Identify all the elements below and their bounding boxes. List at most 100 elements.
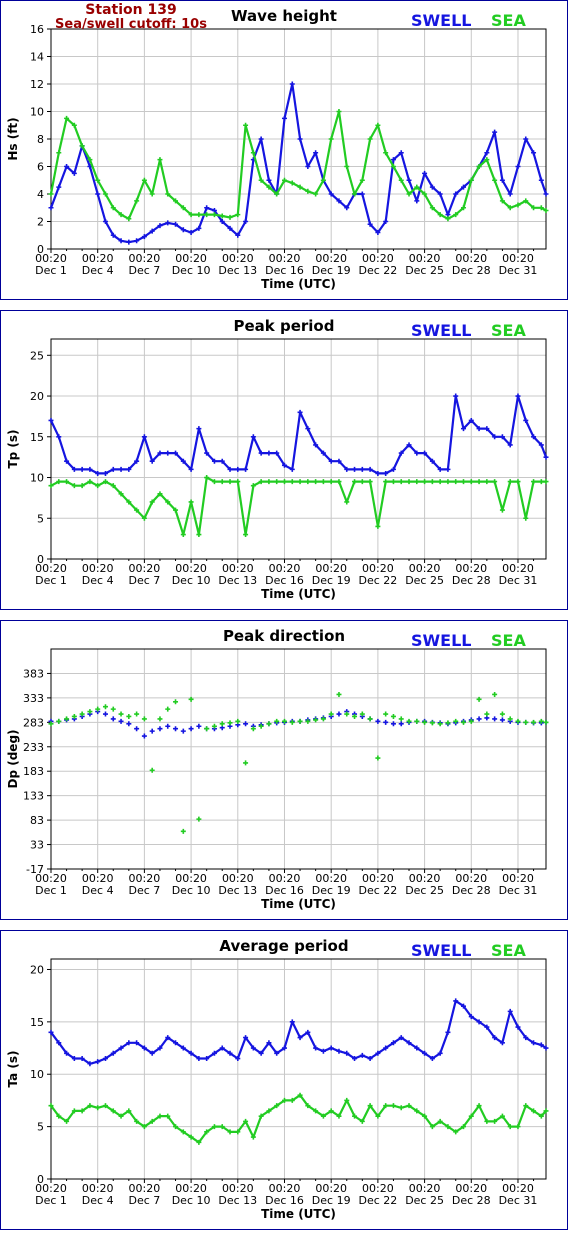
data-point xyxy=(196,816,202,822)
data-point xyxy=(336,711,342,717)
x-tick-date-label: Dec 22 xyxy=(358,264,397,277)
data-point xyxy=(445,479,451,485)
data-point xyxy=(499,717,505,723)
x-axis-label: Time (UTC) xyxy=(261,587,336,601)
x-tick-date-label: Dec 10 xyxy=(172,574,211,587)
data-point xyxy=(102,711,108,717)
data-point xyxy=(523,719,529,725)
data-point xyxy=(313,479,319,485)
data-point xyxy=(492,716,498,722)
average-period-chart: 00:20Dec 100:20Dec 400:20Dec 700:20Dec 1… xyxy=(6,937,549,1221)
x-tick-date-label: Dec 10 xyxy=(172,264,211,277)
data-point xyxy=(499,711,505,717)
data-point xyxy=(165,706,171,712)
x-tick-date-label: Dec 4 xyxy=(82,884,114,897)
x-tick-date-label: Dec 19 xyxy=(312,884,351,897)
legend-swell: SWELL xyxy=(411,11,472,30)
swell-series xyxy=(48,998,549,1067)
y-tick-label: 83 xyxy=(30,814,44,827)
x-tick-date-label: Dec 25 xyxy=(405,1194,444,1207)
data-point xyxy=(102,704,108,710)
y-tick-label: 10 xyxy=(30,1068,44,1081)
x-tick-date-label: Dec 13 xyxy=(218,264,257,277)
y-tick-label: 0 xyxy=(37,1173,44,1186)
data-point xyxy=(336,691,342,697)
chart-title: Peak direction xyxy=(223,627,345,645)
data-point xyxy=(134,726,140,732)
x-tick-date-label: Dec 4 xyxy=(82,574,114,587)
data-point xyxy=(157,716,163,722)
data-point xyxy=(56,150,62,156)
data-point xyxy=(523,515,529,521)
data-point xyxy=(141,716,147,722)
peak-period-chart: 00:20Dec 100:20Dec 400:20Dec 700:20Dec 1… xyxy=(6,317,549,601)
data-point xyxy=(453,393,459,399)
data-point xyxy=(243,466,249,472)
x-tick-date-label: Dec 28 xyxy=(452,1194,491,1207)
y-axis-label: Tp (s) xyxy=(6,429,20,468)
legend-swell: SWELL xyxy=(411,321,472,340)
sea-series xyxy=(48,475,549,538)
data-point xyxy=(468,479,474,485)
data-point xyxy=(499,507,505,513)
x-tick-date-label: Dec 13 xyxy=(218,574,257,587)
x-tick-date-label: Dec 28 xyxy=(452,264,491,277)
data-point xyxy=(383,479,389,485)
data-point xyxy=(243,122,249,128)
data-point xyxy=(196,426,202,432)
data-point xyxy=(297,479,303,485)
x-tick-date-label: Dec 7 xyxy=(129,574,161,587)
x-axis-label: Time (UTC) xyxy=(261,897,336,911)
y-tick-label: 15 xyxy=(30,431,44,444)
swell-series xyxy=(48,81,549,245)
x-tick-date-label: Dec 25 xyxy=(405,574,444,587)
data-point xyxy=(110,716,116,722)
data-point xyxy=(118,711,124,717)
data-point xyxy=(422,479,428,485)
legend-swell: SWELL xyxy=(411,941,472,960)
legend-sea: SEA xyxy=(491,321,526,340)
y-tick-label: 33 xyxy=(30,839,44,852)
data-point xyxy=(414,479,420,485)
x-tick-date-label: Dec 19 xyxy=(312,264,351,277)
x-tick-date-label: Dec 16 xyxy=(265,264,304,277)
data-point xyxy=(243,532,249,538)
chart-title: Peak period xyxy=(234,317,335,335)
data-point xyxy=(118,466,124,472)
data-point xyxy=(538,177,544,183)
data-point xyxy=(359,466,365,472)
data-point xyxy=(383,719,389,725)
y-tick-label: 20 xyxy=(30,963,44,976)
x-tick-date-label: Dec 22 xyxy=(358,884,397,897)
data-point xyxy=(235,479,241,485)
x-axis-label: Time (UTC) xyxy=(261,277,336,291)
peak-period-panel: 00:20 Dec 1 00:20 Dec 4 00:20 Dec 7 00:20 Dec 1… xyxy=(0,310,568,610)
data-point xyxy=(180,828,186,834)
x-tick-date-label: Dec 13 xyxy=(218,1194,257,1207)
data-point xyxy=(227,479,233,485)
data-point xyxy=(79,466,85,472)
y-tick-label: 15 xyxy=(30,1016,44,1029)
data-point xyxy=(289,81,295,87)
x-tick-date-label: Dec 31 xyxy=(499,264,538,277)
y-tick-label: 5 xyxy=(37,512,44,525)
data-point xyxy=(95,1105,101,1111)
x-tick-date-label: Dec 1 xyxy=(35,884,67,897)
x-tick-date-label: Dec 28 xyxy=(452,574,491,587)
legend-sea: SEA xyxy=(491,631,526,650)
data-point xyxy=(196,532,202,538)
x-tick-date-label: Dec 22 xyxy=(358,574,397,587)
data-point xyxy=(235,718,241,724)
data-point xyxy=(149,767,155,773)
data-point xyxy=(141,434,147,440)
x-tick-date-label: Dec 19 xyxy=(312,1194,351,1207)
x-tick-date-label: Dec 1 xyxy=(35,264,67,277)
x-tick-date-label: Dec 16 xyxy=(265,1194,304,1207)
data-point xyxy=(235,466,241,472)
data-point xyxy=(445,466,451,472)
x-tick-date-label: Dec 19 xyxy=(312,574,351,587)
x-tick-date-label: Dec 10 xyxy=(172,884,211,897)
data-point xyxy=(406,479,412,485)
y-tick-label: 233 xyxy=(23,741,44,754)
y-tick-label: 133 xyxy=(23,790,44,803)
